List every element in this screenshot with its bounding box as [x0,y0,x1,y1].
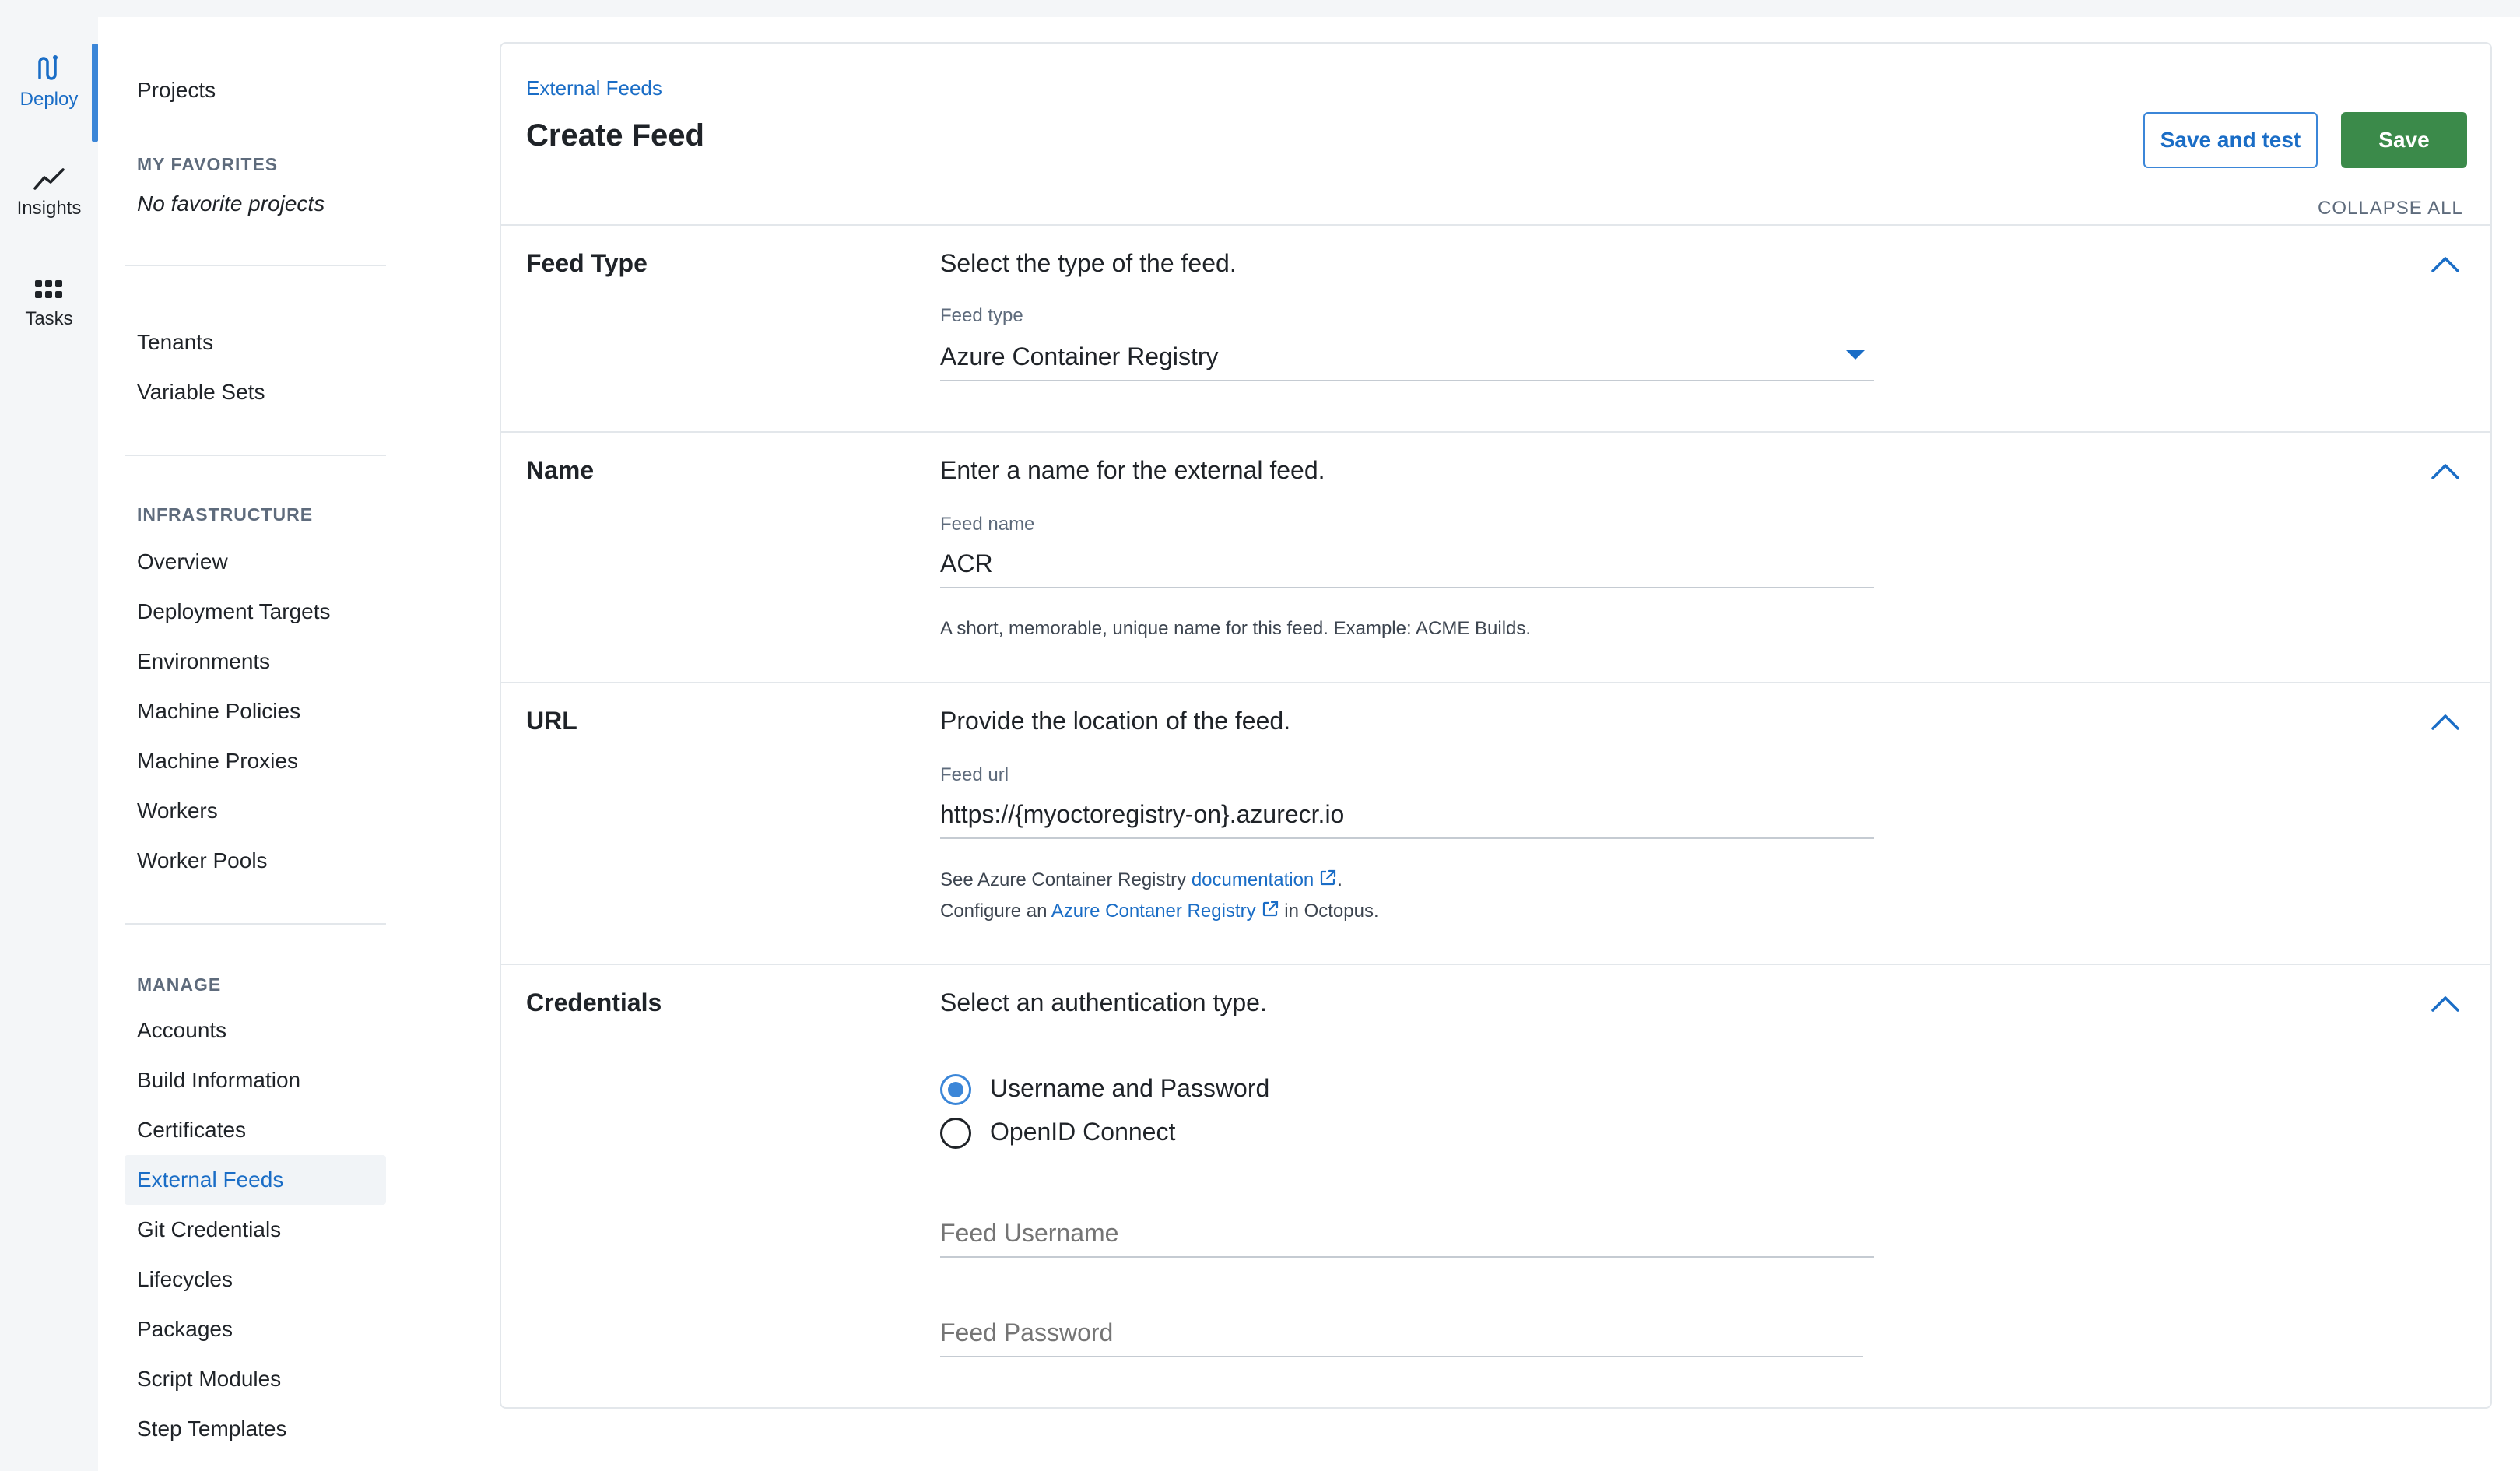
section-divider [501,431,2490,433]
radio-label-username-password: Username and Password [990,1074,1270,1102]
help-text: . [1337,869,1342,890]
radio-label-openid-connect: OpenID Connect [990,1118,1176,1146]
sidebar-item-machine-policies[interactable]: Machine Policies [137,696,300,727]
sidebar-item-lifecycles[interactable]: Lifecycles [137,1264,233,1295]
breadcrumb-external-feeds[interactable]: External Feeds [526,76,662,100]
feed-username-underline [940,1256,1874,1258]
external-link-icon [1321,869,1336,886]
caret-down-icon[interactable] [1844,349,1866,361]
sidebar-item-tenants[interactable]: Tenants [137,327,213,358]
manage-heading: MANAGE [137,974,222,995]
sidebar-divider [125,265,386,266]
sidebar-item-git-credentials[interactable]: Git Credentials [137,1214,281,1245]
sidebar-item-worker-pools[interactable]: Worker Pools [137,845,268,876]
sidebar-item-variable-sets[interactable]: Variable Sets [137,377,265,408]
sidebar-item-build-information[interactable]: Build Information [137,1065,300,1096]
feed-type-select[interactable]: Azure Container Registry [940,342,1218,371]
sidebar-item-certificates[interactable]: Certificates [137,1115,246,1146]
sidebar-item-deployment-targets[interactable]: Deployment Targets [137,596,331,627]
collapse-all-button[interactable]: COLLAPSE ALL [2318,198,2463,219]
app-rail: Deploy Insights Tasks [0,0,98,1471]
trend-line-icon [33,168,65,190]
chevron-up-icon[interactable] [2430,252,2461,274]
feed-type-label: Feed type [940,305,1023,326]
radio-button-checked[interactable] [940,1074,971,1105]
feed-name-input[interactable]: ACR [940,549,993,578]
section-desc-name: Enter a name for the external feed. [940,456,1325,484]
feed-username-input[interactable] [940,1217,1874,1248]
documentation-link[interactable]: documentation [1192,869,1314,890]
save-and-test-button[interactable]: Save and test [2143,112,2318,168]
section-title-feed-type: Feed Type [526,249,648,277]
section-divider [501,224,2490,226]
grid-dots-icon [35,280,62,298]
sidebar-item-projects[interactable]: Projects [137,75,216,106]
rail-label-deploy: Deploy [19,89,79,110]
section-divider [501,964,2490,965]
section-title-name: Name [526,456,595,484]
feed-password-underline [940,1356,1863,1357]
feed-url-underline [940,837,1874,839]
section-title-url: URL [526,707,577,735]
sidebar-item-step-templates[interactable]: Step Templates [137,1413,287,1445]
sidebar-divider [125,923,386,925]
sidebar-item-environments[interactable]: Environments [137,646,270,677]
chevron-up-icon[interactable] [2430,710,2461,732]
page-title: Create Feed [526,118,704,153]
sidebar-item-external-feeds[interactable]: External Feeds [137,1164,283,1195]
feed-type-underline [940,380,1874,381]
sidebar-item-script-modules[interactable]: Script Modules [137,1364,281,1395]
chevron-up-icon[interactable] [2430,459,2461,481]
sidebar-divider [125,455,386,456]
infrastructure-heading: INFRASTRUCTURE [137,504,314,525]
create-feed-card [500,42,2492,1409]
feed-url-help-docs: See Azure Container Registry documentati… [940,869,1342,891]
sidebar-item-accounts[interactable]: Accounts [137,1015,226,1046]
feed-name-label: Feed name [940,514,1035,535]
radio-button-unchecked[interactable] [940,1118,971,1149]
section-desc-feed-type: Select the type of the feed. [940,249,1237,277]
rail-item-insights[interactable]: Insights [0,165,98,219]
help-text: Configure an [940,901,1051,922]
azure-registry-link[interactable]: Azure Contaner Registry [1051,901,1256,922]
section-divider [501,682,2490,683]
help-text: in Octopus. [1279,901,1379,922]
sidebar-item-packages[interactable]: Packages [137,1314,233,1345]
chevron-up-icon[interactable] [2430,992,2461,1013]
feed-name-underline [940,587,1874,588]
sidebar-item-workers[interactable]: Workers [137,795,218,827]
favorites-heading: MY FAVORITES [137,154,279,174]
section-desc-url: Provide the location of the feed. [940,707,1291,735]
rail-item-deploy[interactable]: Deploy [0,53,98,111]
rail-label-insights: Insights [16,198,82,219]
sidebar: Projects MY FAVORITES No favorite projec… [98,17,409,1471]
rail-item-tasks[interactable]: Tasks [0,279,98,330]
feed-name-help: A short, memorable, unique name for this… [940,618,1532,639]
favorites-empty-text: No favorite projects [137,191,325,216]
feed-url-help-configure: Configure an Azure Contaner Registry in … [940,900,1379,922]
sidebar-item-machine-proxies[interactable]: Machine Proxies [137,746,298,777]
rail-label-tasks: Tasks [25,308,73,329]
external-link-icon [1262,901,1278,917]
section-title-credentials: Credentials [526,988,662,1016]
feed-password-input[interactable] [940,1317,1863,1348]
help-text: See Azure Container Registry [940,869,1192,890]
sidebar-item-overview[interactable]: Overview [137,546,228,578]
section-desc-credentials: Select an authentication type. [940,988,1267,1016]
save-button[interactable]: Save [2341,112,2467,168]
deploy-icon [38,55,58,80]
feed-url-input[interactable]: https://{myoctoregistry-on}.azurecr.io [940,800,1344,829]
feed-url-label: Feed url [940,764,1009,785]
